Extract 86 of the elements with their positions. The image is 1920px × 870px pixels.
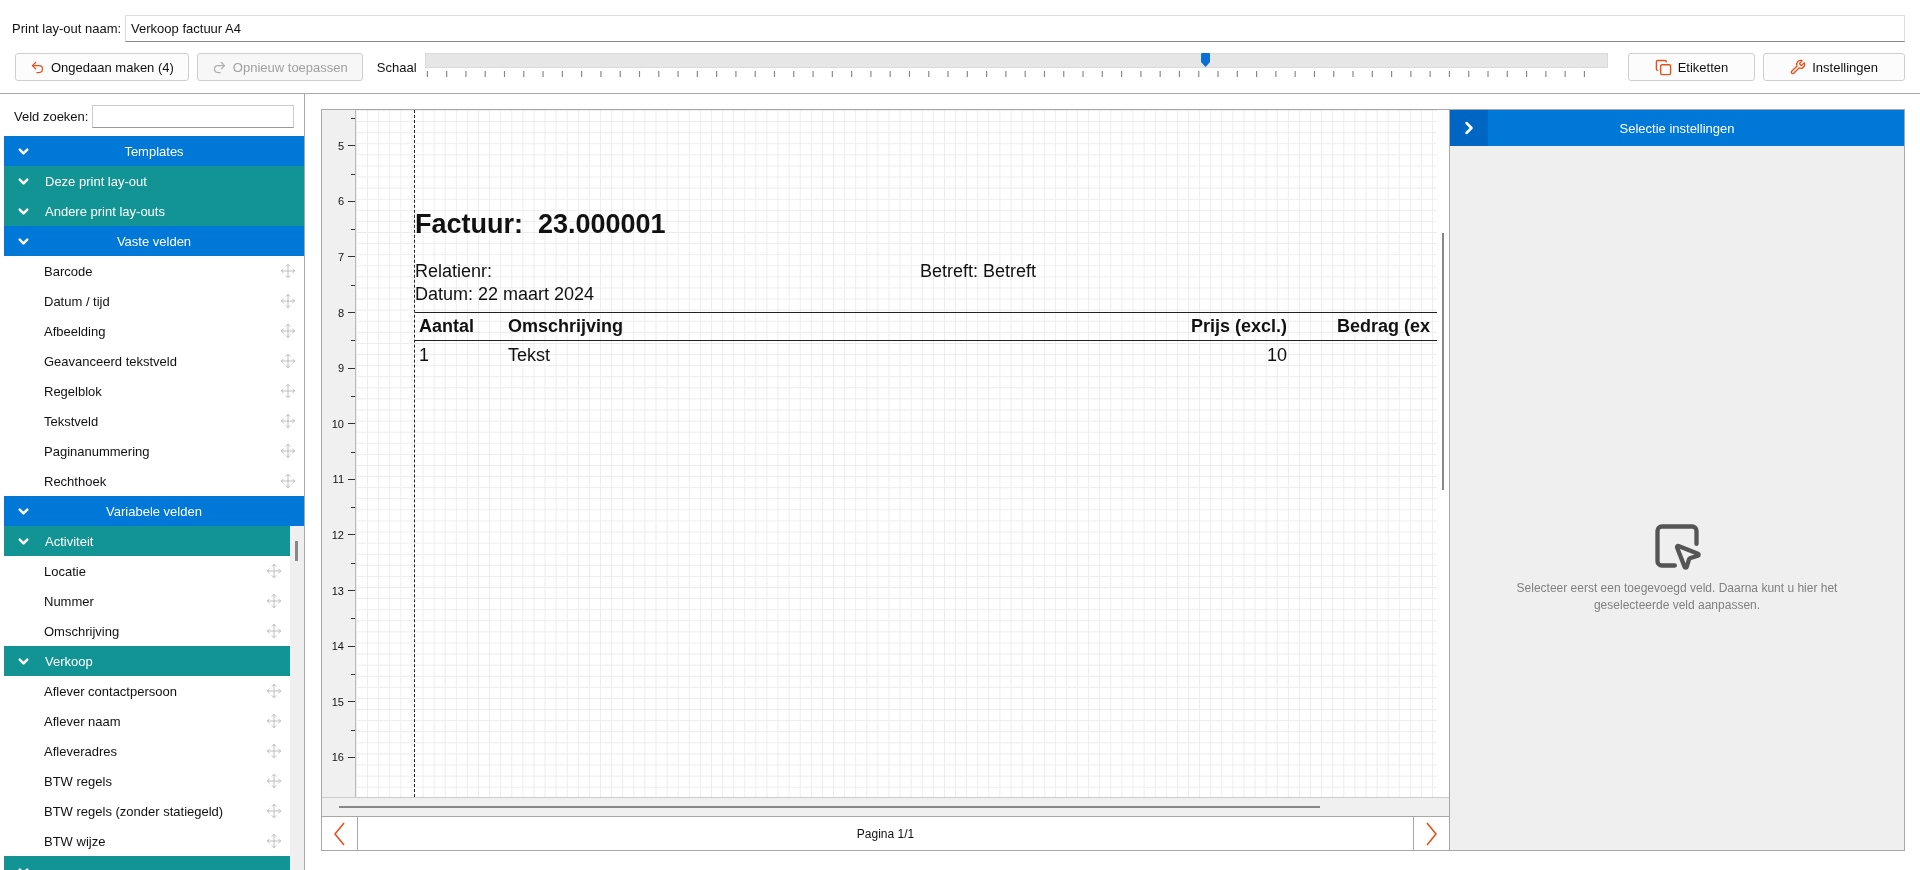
field-item[interactable]: Datum / tijd [4, 286, 304, 316]
table-cell-text: Tekst [508, 344, 551, 367]
invoice-title[interactable]: Factuur: 23.000001 [415, 208, 666, 240]
field-item[interactable]: BTW regels [4, 766, 290, 796]
move-icon [266, 623, 282, 639]
move-icon [266, 773, 282, 789]
ruler-number: 12 [331, 528, 344, 541]
ruler-number: 11 [332, 473, 344, 486]
field-item[interactable]: Omschrijving [4, 616, 290, 646]
ruler-number: 9 [337, 362, 344, 375]
ruler-number: 6 [337, 195, 344, 208]
move-icon [280, 263, 296, 279]
date-field[interactable]: Datum: 22 maart 2024 [415, 283, 595, 306]
group-header[interactable]: Andere print lay-outs [4, 196, 304, 226]
group-header[interactable]: Verkoop [4, 646, 290, 676]
table-cell-text: 1 [418, 344, 430, 367]
section-header[interactable]: Templates [4, 136, 304, 166]
group-header[interactable]: Activiteit [4, 526, 290, 556]
field-item[interactable]: Nummer [4, 586, 290, 616]
field-item[interactable]: Regelblok [4, 376, 304, 406]
field-item[interactable]: Paginanummering [4, 436, 304, 466]
redo-icon [211, 59, 227, 75]
field-item[interactable]: BTW regels (zonder statiegeld) [4, 796, 290, 826]
scrollbar[interactable] [1437, 110, 1449, 797]
ruler-number: 14 [331, 640, 344, 653]
layout-name-label: Print lay-out naam: [12, 21, 122, 36]
column-header: Bedrag (ex [1287, 312, 1437, 341]
column-header: Prijs (excl.) [1168, 312, 1287, 341]
wrench-icon [1790, 59, 1807, 75]
move-icon [266, 593, 282, 609]
layout-canvas[interactable]: Factuur: 23.000001 Relatienr: Betreft: Betreft Datum: 22 maart 2024 Aantal Omschrijving Prijs (excl.) Bedrag (ex 1 Tekst 10 [356, 110, 1437, 797]
move-icon [280, 413, 296, 429]
layout-name-field[interactable]: Verkoop factuur A4 [125, 15, 1905, 42]
chevron-left-icon [334, 821, 345, 846]
scrollbar[interactable] [290, 526, 304, 870]
move-icon [280, 293, 296, 309]
ruler-number: 8 [337, 306, 344, 319]
ruler-number: 13 [331, 584, 344, 597]
field-item[interactable]: Geavanceerd tekstveld [4, 346, 304, 376]
search-label: Veld zoeken: [14, 109, 89, 124]
field-item[interactable]: BTW wijze [4, 826, 290, 856]
column-header: Aantal [415, 312, 508, 341]
ruler-number: 16 [331, 751, 344, 764]
section-header[interactable]: Vaste velden [4, 226, 304, 256]
group-header[interactable]: Deze print lay-out [4, 166, 304, 196]
undo-button[interactable]: Ongedaan maken (4) [15, 53, 189, 81]
ruler-number: 15 [331, 695, 344, 708]
search-field[interactable] [92, 105, 294, 128]
subject-field[interactable]: Betreft: Betreft [920, 260, 1037, 283]
move-icon [266, 713, 282, 729]
field-item[interactable]: Afbeelding [4, 316, 304, 346]
chevron-right-icon [1426, 821, 1437, 846]
field-item[interactable]: Tekstveld [4, 406, 304, 436]
scale-slider[interactable] [424, 53, 1608, 68]
ruler-number: 10 [331, 417, 344, 430]
section-header[interactable]: Variabele velden [4, 496, 304, 526]
scale-label: Schaal [376, 60, 417, 75]
field-item[interactable]: Aflever contactpersoon [4, 676, 290, 706]
collapse-button[interactable] [1450, 110, 1488, 146]
move-icon [266, 563, 282, 579]
move-icon [266, 683, 282, 699]
table-cell-text: 10 [1265, 344, 1287, 367]
ruler-number: 5 [337, 139, 344, 152]
move-icon [280, 323, 296, 339]
pages-icon [1654, 58, 1672, 76]
column-header: Omschrijving [508, 312, 1168, 341]
slider-thumb[interactable] [1201, 53, 1211, 67]
move-icon [266, 833, 282, 849]
move-icon [280, 443, 296, 459]
empty-state-message: Selecteer eerst een toegevoegd veld. Daarna kunt u hier het geselecteerde veld aanpassen. [1515, 580, 1839, 614]
field-item[interactable]: Locatie [4, 556, 290, 586]
field-item[interactable]: Barcode [4, 256, 304, 286]
move-icon [280, 383, 296, 399]
relation-field[interactable]: Relatienr: [415, 260, 493, 283]
move-icon [266, 803, 282, 819]
field-item[interactable]: Aflever naam [4, 706, 290, 736]
move-icon [280, 353, 296, 369]
field-item[interactable]: Rechthoek [4, 466, 304, 496]
undo-icon [30, 59, 45, 75]
move-icon [266, 743, 282, 759]
move-icon [280, 473, 296, 489]
ruler-number: 7 [337, 251, 344, 263]
field-item[interactable]: Afleveradres [4, 736, 290, 766]
labels-button[interactable]: Etiketten [1627, 53, 1756, 81]
settings-button[interactable]: Instellingen [1763, 53, 1905, 81]
panel-title: Selectie instellingen [1618, 120, 1736, 136]
